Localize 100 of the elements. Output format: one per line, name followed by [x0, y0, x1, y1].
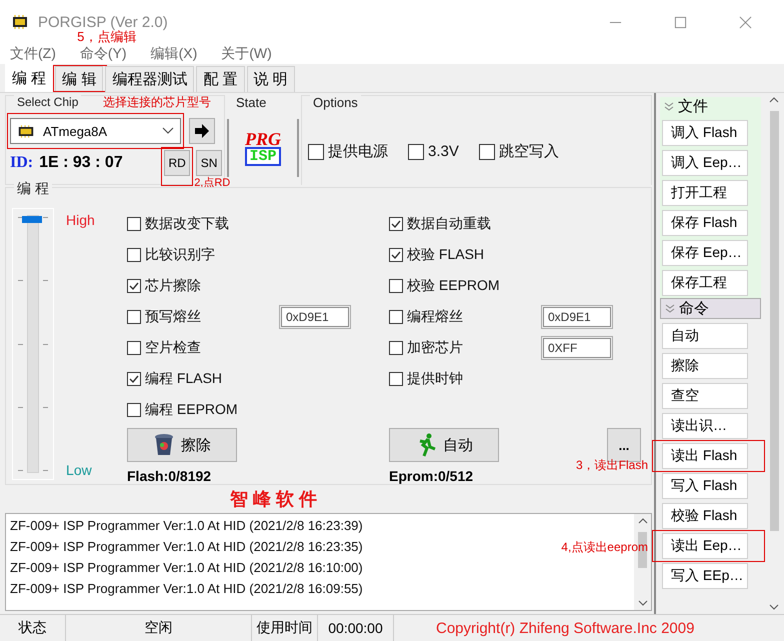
scroll-thumb[interactable]: [770, 111, 778, 531]
checkbox[interactable]: [127, 216, 141, 230]
tab[interactable]: 编 辑: [55, 66, 104, 92]
sidebar-button[interactable]: 调入 Flash: [662, 120, 748, 146]
checkbox[interactable]: [389, 248, 403, 262]
menu-item[interactable]: 文件(Z): [10, 45, 56, 63]
hex-field[interactable]: 0XFF: [543, 338, 611, 358]
checkbox-label: 跳空写入: [498, 142, 559, 161]
window-title: PORGISP (Ver 2.0): [38, 14, 168, 30]
checkbox[interactable]: [408, 144, 424, 160]
annotation-label: 5，点编辑: [77, 29, 136, 46]
checkbox[interactable]: [389, 278, 403, 292]
checkbox[interactable]: [127, 340, 141, 354]
chevron-down-icon: [162, 127, 174, 135]
checkbox-label: 校验 EEPROM: [407, 276, 501, 294]
checkbox-label: 校验 FLASH: [407, 246, 486, 264]
checkbox[interactable]: [389, 310, 403, 324]
menu-item[interactable]: 命令(Y): [80, 45, 127, 63]
annotation-label: 选择连接的芯片型号: [103, 94, 211, 111]
sidebar-button[interactable]: 校验 Flash: [662, 503, 748, 529]
checkbox[interactable]: [478, 144, 495, 160]
brand-title: 智 峰 软 件: [230, 488, 317, 511]
checkbox[interactable]: [389, 340, 403, 354]
log-line: ZF-009+ ISP Programmer Ver:1.0 At HID (2021/2/8 16:23:35): [10, 539, 363, 556]
arrow-right-icon: [194, 124, 210, 138]
sidebar-button[interactable]: 读出识…: [662, 413, 748, 439]
flash-count: Flash:0/8192: [127, 468, 212, 484]
scroll-down-icon[interactable]: [769, 604, 779, 610]
rd-button[interactable]: RD: [164, 150, 190, 176]
status-cell: 状态: [0, 615, 66, 641]
group-title: Options: [310, 95, 361, 110]
checkbox[interactable]: [127, 402, 141, 416]
slider-thumb[interactable]: [22, 216, 42, 223]
erase-button[interactable]: 擦除: [127, 428, 237, 462]
checkbox[interactable]: [389, 372, 403, 386]
checkbox-label: 数据自动重载: [407, 214, 492, 232]
scroll-down-icon[interactable]: [638, 600, 648, 606]
tab[interactable]: 编 程: [5, 64, 54, 92]
double-chevron-icon: [664, 102, 674, 112]
sidebar-button[interactable]: 自动: [662, 323, 748, 349]
high-label: High: [66, 212, 96, 228]
menu-item[interactable]: 关于(W): [221, 45, 272, 63]
checkbox-label: 加密芯片: [407, 338, 464, 356]
log-line: ZF-009+ ISP Programmer Ver:1.0 At HID (2021/2/8 16:09:55): [10, 581, 363, 598]
sidebar-button[interactable]: 读出 Flash: [662, 443, 748, 469]
sidebar-button[interactable]: 查空: [662, 383, 748, 409]
eprom-count: Eprom:0/512: [389, 468, 474, 484]
log-line: ZF-009+ ISP Programmer Ver:1.0 At HID (2021/2/8 16:10:00): [10, 560, 363, 577]
checkbox-label: 3.3V: [428, 143, 459, 160]
checkbox[interactable]: [127, 372, 141, 386]
sidebar-button[interactable]: 读出 Eep…: [662, 533, 748, 559]
scroll-up-icon[interactable]: [769, 97, 779, 103]
checkbox[interactable]: [127, 310, 141, 324]
checkbox-label: 比较识别字: [145, 246, 216, 264]
group-title: Select Chip: [14, 95, 82, 109]
chip-icon: [17, 124, 35, 138]
checkbox[interactable]: [308, 144, 324, 160]
sn-button[interactable]: SN: [196, 150, 222, 176]
checkbox-label: 编程 FLASH: [145, 370, 224, 388]
sidebar-button[interactable]: 调入 Eep…: [662, 150, 748, 176]
checkbox[interactable]: [127, 248, 141, 262]
checkbox-label: 编程 EEPROM: [145, 400, 239, 418]
auto-button[interactable]: 自动: [389, 428, 499, 462]
checkbox[interactable]: [389, 216, 403, 230]
sidebar-button[interactable]: 保存 Flash: [662, 210, 748, 236]
menu-item[interactable]: 编辑(X): [150, 45, 198, 63]
checkbox-label: 提供时钟: [407, 370, 464, 388]
id-value: 1E : 93 : 07: [39, 154, 124, 172]
scroll-up-icon[interactable]: [638, 518, 648, 524]
trash-can-icon: [153, 433, 175, 457]
chip-dropdown[interactable]: ATmega8A: [10, 118, 181, 144]
checkbox-label: 数据改变下载: [145, 214, 230, 232]
sidebar-button[interactable]: 擦除: [662, 353, 748, 379]
checkbox-label: 芯片擦除: [145, 276, 202, 294]
close-icon[interactable]: [739, 16, 752, 28]
low-label: Low: [66, 462, 93, 478]
maximize-icon[interactable]: [674, 16, 687, 28]
sidebar-button[interactable]: 写入 Flash: [662, 473, 748, 499]
checkbox[interactable]: [127, 278, 141, 292]
hex-field[interactable]: 0xD9E1: [543, 306, 611, 326]
copyright-text: Copyright(r) Zhifeng Software.Inc 2009: [435, 620, 694, 636]
status-cell: 空闲: [66, 615, 252, 641]
hex-field[interactable]: 0xD9E1: [281, 306, 349, 326]
tab[interactable]: 编程器测试: [105, 66, 194, 92]
checkbox-label: 编程熔丝: [407, 308, 464, 326]
tab[interactable]: 配 置: [196, 66, 245, 92]
sidebar-button[interactable]: 保存 Eep…: [662, 240, 748, 266]
sidebar-button[interactable]: 打开工程: [662, 180, 748, 206]
tab[interactable]: 说 明: [246, 66, 295, 92]
sidebar-button[interactable]: 写入 EEp…: [662, 563, 748, 589]
chip-icon: [10, 15, 30, 29]
annotation-label: 4,点读出eeprom: [561, 539, 648, 556]
status-cell: 00:00:00: [318, 615, 394, 641]
arrow-button[interactable]: [189, 118, 215, 144]
id-label: ID:: [10, 154, 34, 172]
logo-badge: ISP: [245, 146, 280, 166]
sidebar-button[interactable]: 保存工程: [662, 270, 748, 296]
section-header[interactable]: 命令: [660, 298, 761, 319]
group-title: 编 程: [14, 180, 52, 198]
double-chevron-icon: [665, 304, 675, 314]
